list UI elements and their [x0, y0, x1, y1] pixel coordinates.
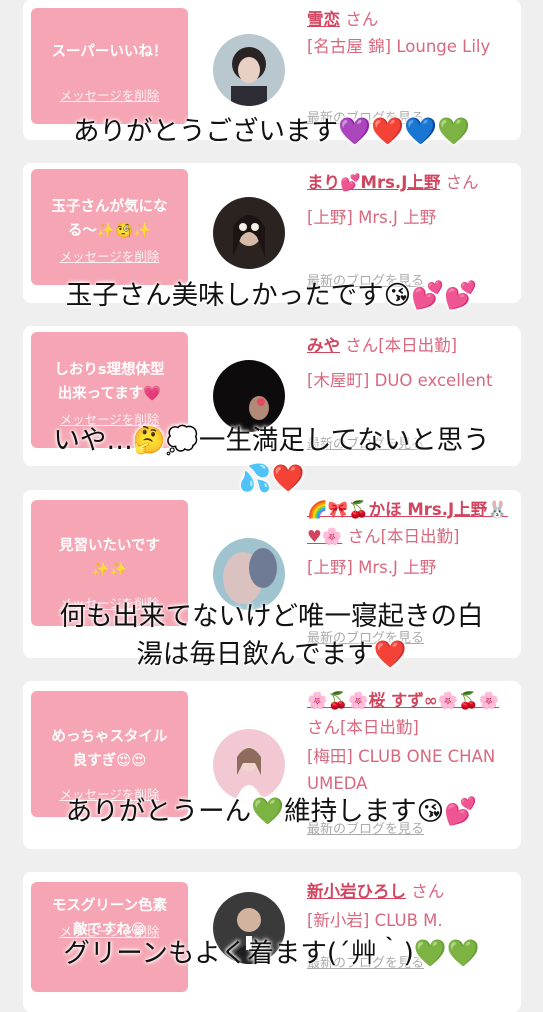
sender-info: まり💕Mrs.J上野 さん [上野] Mrs.J 上野 [307, 169, 513, 231]
sender-name[interactable]: まり💕Mrs.J上野 [307, 173, 440, 192]
message-text: めっちゃスタイル 良すぎ😍😍 [51, 729, 168, 769]
message-bubble: スーパーいいね！ メッセージを削除 [31, 8, 188, 124]
sender-name[interactable]: 雪恋 [307, 10, 340, 29]
shop-name: [木屋町] DUO excellent [307, 371, 493, 390]
sender-name[interactable]: みや [307, 336, 340, 355]
avatar[interactable] [213, 34, 285, 106]
shop-name: [梅田] CLUB ONE CHAN UMEDA [307, 747, 496, 793]
shop-name: [上野] Mrs.J 上野 [307, 558, 437, 577]
sender-name[interactable]: 🌸🍒🌸桜 すず∞🌸🍒🌸 [307, 691, 499, 710]
avatar-photo [213, 197, 285, 269]
avatar-photo [213, 34, 285, 106]
avatar[interactable] [213, 197, 285, 269]
sender-info: 新小岩ひろし さん [新小岩] CLUB M. [307, 878, 513, 934]
sender-info: みや さん[本日出勤] [木屋町] DUO excellent [307, 332, 513, 394]
sender-info: 🌸🍒🌸桜 すず∞🌸🍒🌸 さん[本日出勤] [梅田] CLUB ONE CHAN … [307, 687, 513, 797]
sender-info: 🌈🎀🍒かほ Mrs.J上野🐰♥🌸 さん[本日出勤] [上野] Mrs.J 上野 [307, 496, 513, 581]
overlay-caption: 湯は毎日飲んでます❤️ [136, 639, 407, 670]
overlay-caption: ありがとうございます💜❤️💙💚 [73, 116, 470, 147]
avatar[interactable] [213, 729, 285, 801]
overlay-caption: ありがとうーん💚維持します😘💕 [65, 796, 478, 827]
honorific: さん [345, 10, 379, 29]
avatar-photo [213, 729, 285, 801]
sender-info: 雪恋 さん [名古屋 錦] Lounge Lily [307, 6, 513, 60]
shop-name: [新小岩] CLUB M. [307, 911, 443, 930]
overlay-caption: いや…🤔💭一生満足してないと思う [53, 425, 490, 456]
sender-name[interactable]: 新小岩ひろし [307, 882, 406, 901]
overlay-caption: グリーンもよく着ます(´艸｀)💚💚 [63, 938, 480, 969]
honorific: さん [445, 173, 479, 192]
delete-message-link[interactable]: メッセージを削除 [31, 246, 188, 265]
message-text: 玉子さんが気にな る〜✨🧐✨ [51, 199, 168, 239]
honorific: さん[本日出勤] [347, 527, 460, 546]
delete-message-link[interactable]: メッセージを削除 [31, 85, 188, 104]
avatar-photo [213, 360, 285, 432]
shop-name: [名古屋 錦] Lounge Lily [307, 37, 491, 56]
honorific: さん[本日出勤] [345, 336, 458, 355]
shop-name: [上野] Mrs.J 上野 [307, 208, 437, 227]
overlay-caption: 玉子さん美味しかったです😘💕💕 [65, 280, 478, 311]
honorific: さん [411, 882, 445, 901]
message-bubble: 玉子さんが気にな る〜✨🧐✨ メッセージを削除 [31, 169, 188, 285]
message-text: スーパーいいね！ [51, 44, 168, 60]
avatar[interactable] [213, 360, 285, 432]
message-text: しおりs理想体型 出来ってます💗 [54, 362, 165, 402]
honorific: さん[本日出勤] [307, 718, 419, 737]
overlay-caption: 💦❤️ [238, 463, 305, 494]
overlay-caption: 何も出来てないけど唯一寝起きの白 [59, 601, 484, 632]
message-feed: スーパーいいね！ メッセージを削除 雪恋 さん [名古屋 錦] Lounge L… [0, 0, 543, 1012]
message-text: 見習いたいです ✨✨ [58, 538, 161, 578]
